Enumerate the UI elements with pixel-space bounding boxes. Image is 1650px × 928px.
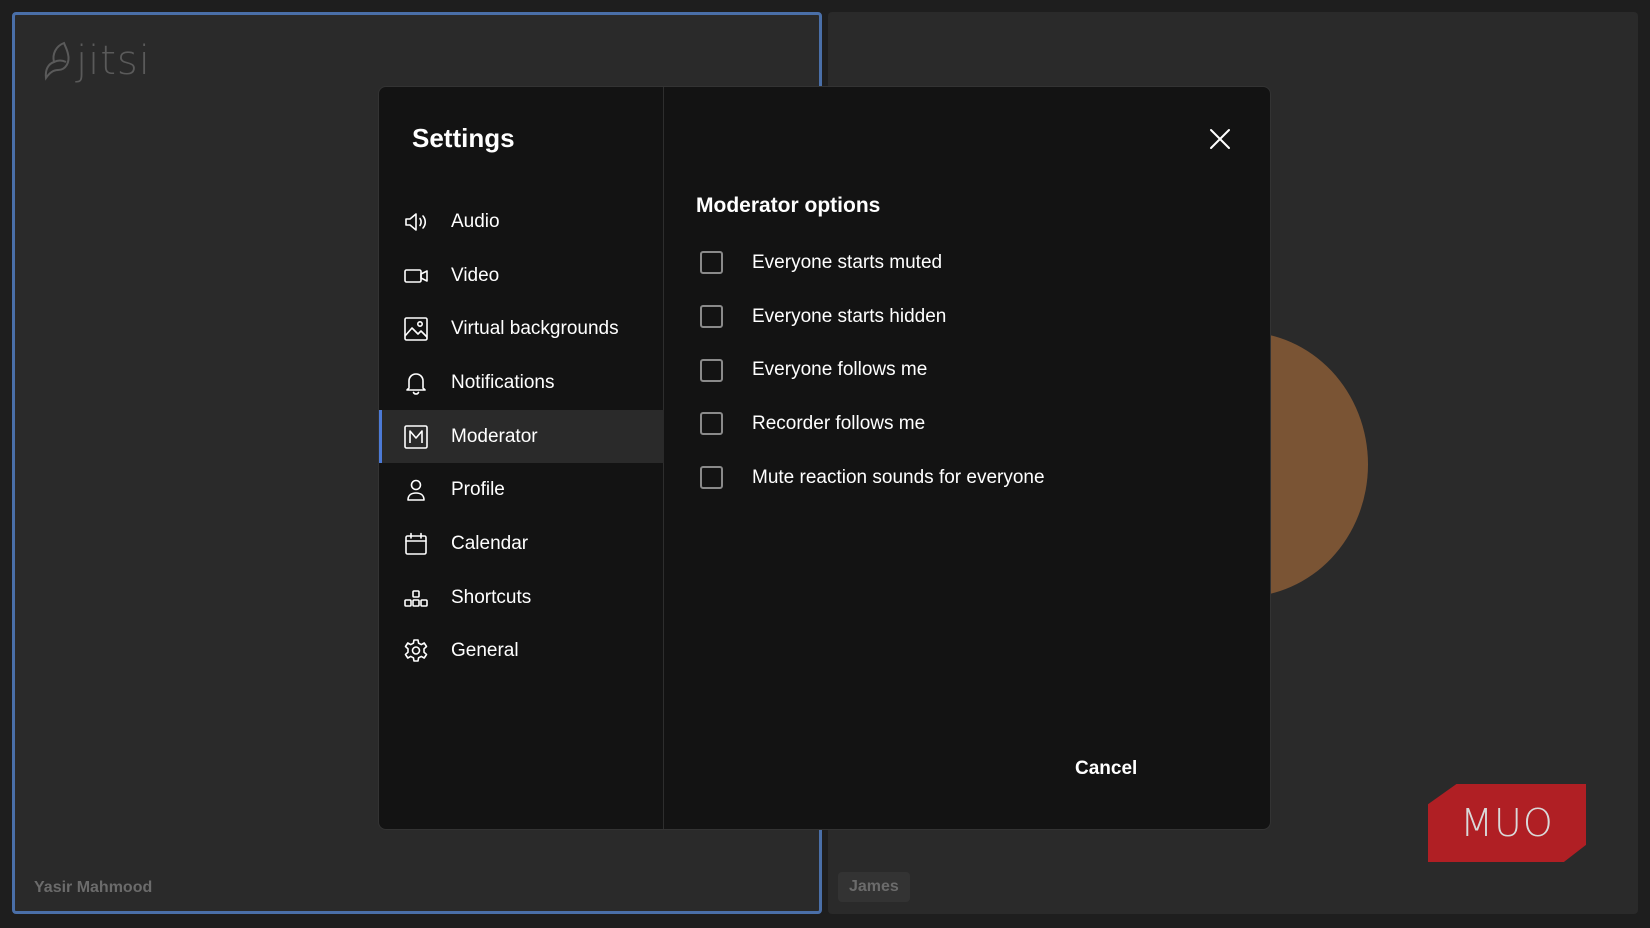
nav-item-notifications[interactable]: Notifications <box>379 356 664 410</box>
nav-item-shortcuts[interactable]: Shortcuts <box>379 571 664 625</box>
option-recorder-follows-me[interactable]: Recorder follows me <box>700 397 1045 451</box>
nav-item-virtual-backgrounds[interactable]: Virtual backgrounds <box>379 302 664 356</box>
settings-dialog: Settings Audio Video Virtual backgrounds… <box>378 86 1271 830</box>
video-camera-icon <box>402 262 430 290</box>
muo-watermark-text: MUO <box>1460 801 1554 845</box>
option-mute-reaction-sounds[interactable]: Mute reaction sounds for everyone <box>700 451 1045 505</box>
option-label: Mute reaction sounds for everyone <box>752 466 1045 488</box>
shortcuts-icon <box>402 584 430 612</box>
settings-sidebar: Settings Audio Video Virtual backgrounds… <box>379 87 664 829</box>
close-button[interactable] <box>1204 123 1236 155</box>
option-everyone-starts-hidden[interactable]: Everyone starts hidden <box>700 290 1045 344</box>
checkbox[interactable] <box>700 412 723 436</box>
checkbox[interactable] <box>700 358 723 382</box>
muo-watermark: MUO <box>1428 784 1586 862</box>
nav-item-label: Video <box>451 264 500 286</box>
nav-item-profile[interactable]: Profile <box>379 463 664 517</box>
close-icon <box>1210 129 1230 149</box>
nav-item-label: Shortcuts <box>451 586 532 608</box>
nav-item-label: Virtual backgrounds <box>451 318 619 340</box>
nav-item-general[interactable]: General <box>379 625 664 679</box>
nav-item-moderator[interactable]: Moderator <box>379 409 664 464</box>
remote-participant-name: James <box>838 872 910 902</box>
checkbox[interactable] <box>700 251 723 275</box>
option-label: Recorder follows me <box>752 412 926 434</box>
bell-icon <box>402 369 430 397</box>
cancel-button[interactable]: Cancel <box>1057 743 1155 795</box>
option-label: Everyone starts muted <box>752 251 943 273</box>
settings-nav: Audio Video Virtual backgrounds Notifica… <box>379 195 664 678</box>
calendar-icon <box>402 530 430 558</box>
speaker-icon <box>402 208 430 236</box>
jitsi-logo: jitsi <box>42 38 151 84</box>
section-title: Moderator options <box>696 194 881 217</box>
nav-item-audio[interactable]: Audio <box>379 195 664 249</box>
dialog-title: Settings <box>412 123 515 153</box>
nav-item-label: Calendar <box>451 532 529 554</box>
local-participant-name: Yasir Mahmood <box>34 879 153 896</box>
jitsi-logo-text: jitsi <box>76 38 151 84</box>
nav-item-label: Audio <box>451 210 500 232</box>
moderator-options-list: Everyone starts muted Everyone starts hi… <box>700 236 1045 504</box>
option-label: Everyone starts hidden <box>752 305 947 327</box>
checkbox[interactable] <box>700 466 723 490</box>
person-icon <box>402 476 430 504</box>
option-everyone-follows-me[interactable]: Everyone follows me <box>700 343 1045 397</box>
moderator-icon <box>402 423 430 451</box>
nav-item-label: Profile <box>451 479 505 501</box>
settings-content: Moderator options Everyone starts muted … <box>664 87 1270 829</box>
checkbox[interactable] <box>700 305 723 329</box>
nav-item-label: Moderator <box>451 425 538 447</box>
option-everyone-starts-muted[interactable]: Everyone starts muted <box>700 236 1045 290</box>
nav-item-video[interactable]: Video <box>379 249 664 303</box>
nav-item-label: Notifications <box>451 371 555 393</box>
nav-item-label: General <box>451 640 519 662</box>
image-icon <box>402 315 430 343</box>
gear-icon <box>402 637 430 665</box>
meeting-stage: jitsi Yasir Mahmood James MUO Settings A… <box>0 0 1650 928</box>
jitsi-bird-icon <box>44 41 70 81</box>
nav-item-calendar[interactable]: Calendar <box>379 517 664 571</box>
option-label: Everyone follows me <box>752 359 928 381</box>
